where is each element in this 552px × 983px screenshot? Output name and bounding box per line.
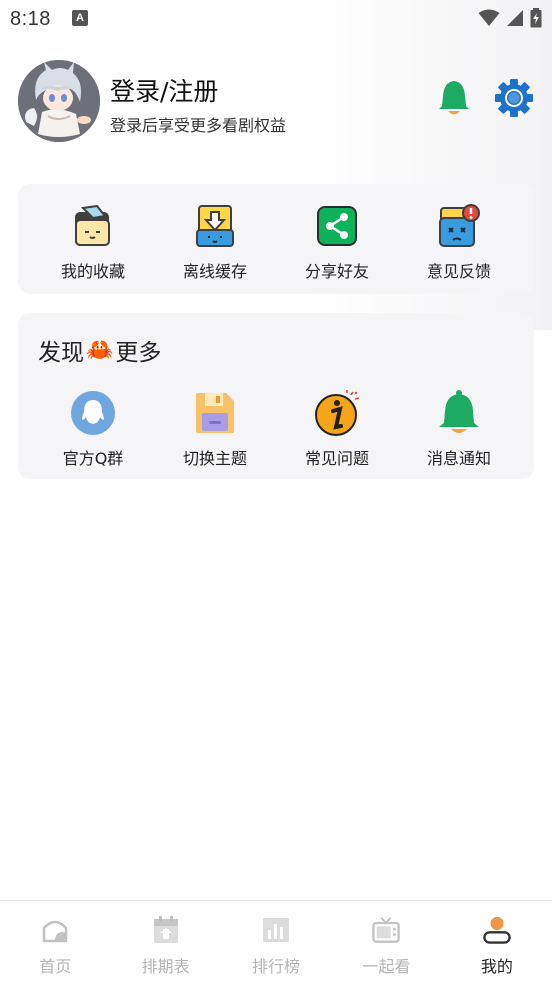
- bell-icon: [435, 389, 483, 437]
- faq-label: 常见问题: [304, 449, 369, 468]
- download-cache-icon: [191, 202, 239, 250]
- battery-icon: [530, 8, 542, 28]
- folder-favorites-icon: [69, 202, 117, 250]
- home-icon: [41, 915, 69, 945]
- login-benefits-text: 登录后享受更多看剧权益: [110, 116, 287, 135]
- avatar[interactable]: [18, 60, 100, 142]
- feedback-button[interactable]: 意见反馈: [398, 202, 520, 282]
- official-qq-group-label: 官方Q群: [62, 449, 124, 468]
- bottom-nav: 首页 排期表 排行榜 一起看 我的: [0, 900, 552, 983]
- profile-header: 登录/注册 登录后享受更多看剧权益: [18, 60, 534, 142]
- nav-home[interactable]: 首页: [0, 901, 110, 983]
- message-notifications-button[interactable]: 消息通知: [398, 389, 520, 469]
- login-register-link[interactable]: 登录/注册: [110, 72, 218, 108]
- switch-theme-label: 切换主题: [182, 449, 247, 468]
- nav-ranking-label: 排行榜: [252, 957, 301, 976]
- discover-title-after: 更多: [115, 340, 162, 366]
- ranking-icon: [262, 915, 290, 945]
- nav-mine[interactable]: 我的: [442, 901, 552, 983]
- nav-home-label: 首页: [39, 957, 72, 976]
- notification-a-icon: A: [72, 10, 88, 26]
- official-qq-group-button[interactable]: 官方Q群: [32, 389, 154, 469]
- feedback-label: 意见反馈: [426, 262, 491, 281]
- discover-title: 发现 🦀 更多: [38, 333, 161, 367]
- share-friends-button[interactable]: 分享好友: [276, 202, 398, 282]
- status-bar: 8:18 A: [0, 0, 552, 40]
- share-friends-label: 分享好友: [304, 262, 369, 281]
- quick-actions-grid: 我的收藏 离线缓存 分享好友 意见反馈: [18, 202, 534, 282]
- quick-actions-card: 我的收藏 离线缓存 分享好友 意见反馈: [18, 184, 534, 294]
- calendar-icon: [152, 915, 180, 945]
- offline-cache-label: 离线缓存: [182, 262, 247, 281]
- avatar-illustration: [18, 60, 100, 142]
- discover-grid: 官方Q群 切换主题 常见问题 消息通知: [18, 389, 534, 469]
- gear-icon[interactable]: [494, 78, 534, 118]
- discover-title-before: 发现: [38, 340, 84, 366]
- bell-icon[interactable]: [436, 78, 472, 118]
- nav-mine-label: 我的: [480, 957, 513, 976]
- status-indicators: [478, 8, 542, 28]
- status-time: 8:18: [10, 8, 51, 30]
- wifi-icon: [478, 9, 500, 26]
- feedback-icon: [435, 202, 483, 250]
- message-notifications-label: 消息通知: [426, 449, 491, 468]
- discover-card: 发现 🦀 更多 官方Q群 切换主题 常见问题 消息通知: [18, 313, 534, 479]
- switch-theme-button[interactable]: 切换主题: [154, 389, 276, 469]
- nav-watch-together-label: 一起看: [362, 957, 411, 976]
- nav-schedule-label: 排期表: [141, 957, 190, 976]
- nav-schedule[interactable]: 排期表: [110, 901, 220, 983]
- offline-cache-button[interactable]: 离线缓存: [154, 202, 276, 282]
- theme-save-icon: [191, 389, 239, 437]
- profile-icon: [483, 915, 511, 945]
- share-icon: [313, 202, 361, 250]
- qq-group-icon: [69, 389, 117, 437]
- crab-emoji-icon: 🦀: [86, 337, 114, 363]
- favorites-label: 我的收藏: [60, 262, 125, 281]
- signal-icon: [507, 10, 523, 26]
- nav-ranking[interactable]: 排行榜: [221, 901, 331, 983]
- nav-watch-together[interactable]: 一起看: [331, 901, 441, 983]
- tv-icon: [372, 915, 401, 945]
- favorites-button[interactable]: 我的收藏: [32, 202, 154, 282]
- faq-button[interactable]: 常见问题: [276, 389, 398, 469]
- info-icon: [313, 389, 361, 437]
